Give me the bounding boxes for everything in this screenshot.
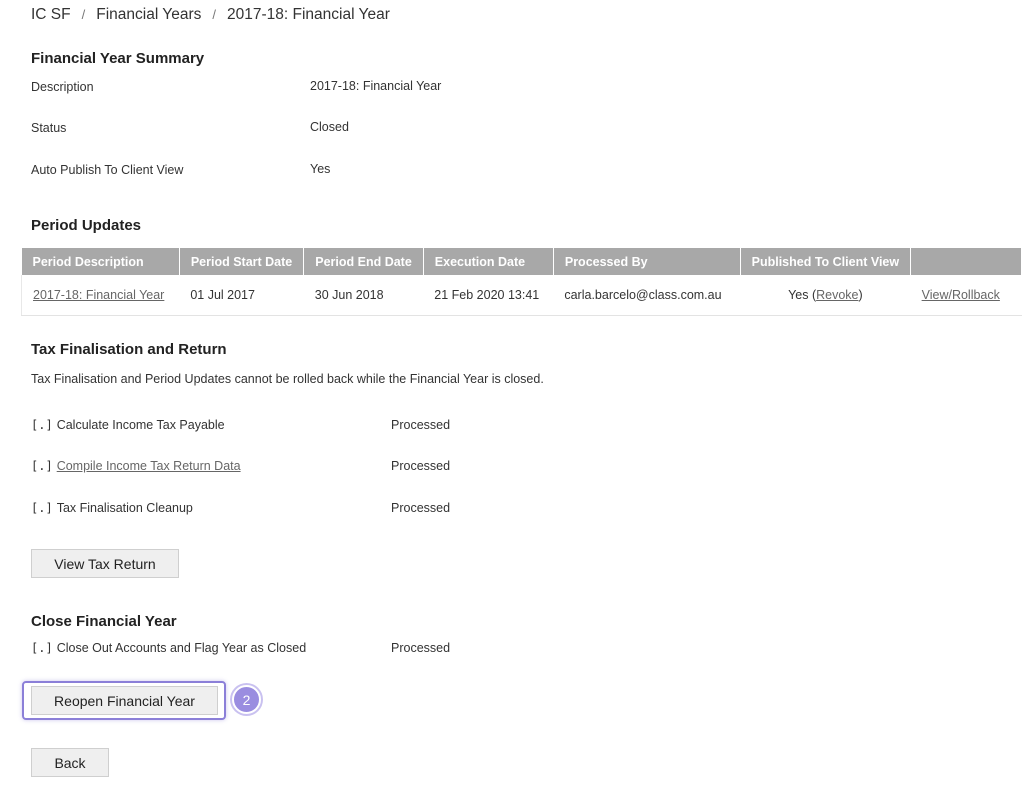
tax-step-compile: [.] Compile Income Tax Return Data [31,459,241,473]
col-published-to-client-view: Published To Client View [740,248,912,275]
close-year-title: Close Financial Year [31,613,177,630]
col-actions [910,248,1022,275]
period-start-date: 01 Jul 2017 [179,275,304,316]
step-status-icon: [.] [31,418,53,432]
view-rollback-link[interactable]: View/Rollback [922,288,1000,302]
tax-step-status: Processed [391,459,451,473]
auto-publish-value: Yes [310,162,331,176]
status-label: Status [31,121,67,135]
tax-step-cleanup: [.] Tax Finalisation Cleanup [31,501,193,515]
breadcrumb: IC SF / Financial Years/2017-18: Financial… [31,6,390,23]
step-badge: 2 [232,685,261,714]
tax-step-label: Tax Finalisation Cleanup [56,501,193,515]
tax-description: Tax Finalisation and Period Updates cann… [31,372,544,386]
step-status-icon: [.] [31,459,53,473]
step-status-icon: [.] [31,501,53,515]
tax-step-status: Processed [391,418,451,432]
auto-publish-label: Auto Publish To Client View [31,163,184,177]
col-execution-date: Execution Date [423,248,554,275]
status-value: Closed [310,120,349,134]
period-description-link[interactable]: 2017-18: Financial Year [33,288,164,302]
published-cell: Yes (Revoke) [740,275,911,316]
close-step-status: Processed [391,641,451,655]
table-header-row: Period Description Period Start Date Per… [21,248,1022,275]
step-status-icon: [.] [31,641,53,655]
reopen-financial-year-button[interactable]: Reopen Financial Year [31,686,218,715]
col-processed-by: Processed By [553,248,741,275]
tax-title: Tax Finalisation and Return [31,341,227,358]
table-row: 2017-18: Financial Year 01 Jul 2017 30 J… [21,275,1022,316]
tax-step-calculate: [.] Calculate Income Tax Payable [31,418,225,432]
tax-step-status: Processed [391,501,451,515]
breadcrumb-financial-years[interactable]: Financial Years [96,6,201,23]
execution-date: 21 Feb 2020 13:41 [423,275,554,316]
back-button[interactable]: Back [31,748,109,777]
compile-return-data-link[interactable]: Compile Income Tax Return Data [57,459,241,473]
period-end-date: 30 Jun 2018 [303,275,424,316]
view-tax-return-button[interactable]: View Tax Return [31,549,179,578]
close-step-label: Close Out Accounts and Flag Year as Clos… [56,641,307,655]
breadcrumb-current: 2017-18: Financial Year [227,6,390,23]
revoke-link[interactable]: Revoke [816,288,858,302]
col-period-end-date: Period End Date [303,248,424,275]
period-updates-table: Period Description Period Start Date Per… [21,248,1022,316]
col-period-start-date: Period Start Date [179,248,305,275]
processed-by: carla.barcelo@class.com.au [553,275,741,316]
published-value: Yes [788,288,809,302]
period-updates-title: Period Updates [31,217,142,234]
description-value: 2017-18: Financial Year [310,79,442,93]
breadcrumb-root[interactable]: IC SF [31,6,71,23]
tax-step-label: Calculate Income Tax Payable [56,418,225,432]
summary-title: Financial Year Summary [31,50,205,67]
description-label: Description [31,80,94,94]
close-step: [.] Close Out Accounts and Flag Year as C… [31,641,306,655]
col-period-description: Period Description [21,248,180,275]
